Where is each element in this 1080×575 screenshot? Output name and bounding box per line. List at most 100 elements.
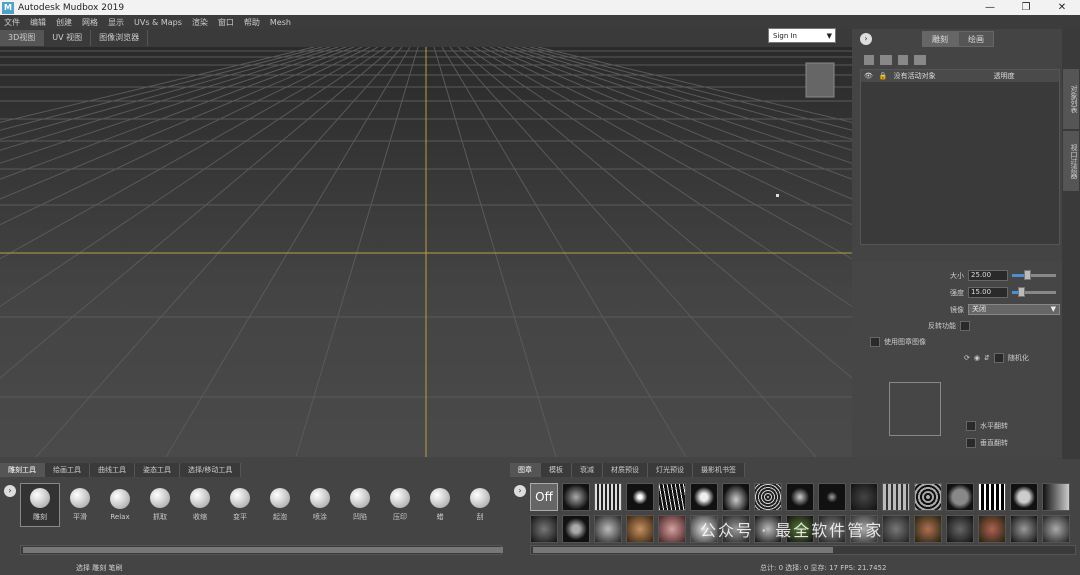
- close-button[interactable]: ✕: [1044, 0, 1080, 15]
- stamp-thumbnail[interactable]: [882, 483, 910, 511]
- minimize-button[interactable]: —: [972, 0, 1008, 15]
- stamp-thumbnail[interactable]: [978, 515, 1006, 543]
- tool-pinch[interactable]: 收缩: [180, 483, 220, 527]
- tray-options-icon[interactable]: ›: [4, 485, 16, 497]
- tool-sculpt[interactable]: 雕刻: [20, 483, 60, 527]
- invert-checkbox[interactable]: [960, 321, 970, 331]
- layers-list[interactable]: 👁 🔒 没有活动对象 透明度: [860, 69, 1060, 245]
- tab-material-presets[interactable]: 材质预设: [603, 463, 648, 477]
- scrollbar-thumb[interactable]: [23, 547, 503, 553]
- collapse-panel-icon[interactable]: ›: [860, 33, 872, 45]
- menu-render[interactable]: 渲染: [192, 17, 208, 28]
- stamp-thumbnail[interactable]: [722, 483, 750, 511]
- stamp-preview[interactable]: [889, 382, 941, 436]
- tool-knife[interactable]: 凹陷: [340, 483, 380, 527]
- tool-tray-scrollbar[interactable]: [20, 545, 503, 555]
- stamp-thumbnail[interactable]: [562, 483, 590, 511]
- eye-icon[interactable]: ◉: [974, 354, 980, 362]
- 3d-viewport[interactable]: [0, 47, 852, 457]
- stamp-thumbnail[interactable]: [1010, 483, 1038, 511]
- tool-smooth[interactable]: 平滑: [60, 483, 100, 527]
- tab-sculpt-layers[interactable]: 雕刻: [922, 31, 958, 47]
- menu-create[interactable]: 创建: [56, 17, 72, 28]
- stamp-thumbnail[interactable]: [1010, 515, 1038, 543]
- tab-object-list[interactable]: 对象列表: [1063, 69, 1079, 129]
- stamp-thumbnail[interactable]: [658, 483, 686, 511]
- tab-3d-view[interactable]: 3D视图: [0, 30, 45, 46]
- new-layer-icon[interactable]: [864, 55, 874, 65]
- strength-slider-handle[interactable]: [1017, 287, 1025, 297]
- tab-sculpt-tools[interactable]: 雕刻工具: [0, 463, 45, 477]
- stamp-thumbnail[interactable]: [914, 515, 942, 543]
- stamp-tray-scrollbar[interactable]: [530, 545, 1076, 555]
- strength-slider[interactable]: [1012, 287, 1056, 297]
- stamp-thumbnail[interactable]: [914, 483, 942, 511]
- stamp-thumbnail[interactable]: [626, 515, 654, 543]
- tab-paint-layers[interactable]: 绘画: [958, 31, 994, 47]
- tool-flatten[interactable]: 变平: [220, 483, 260, 527]
- menu-help[interactable]: 帮助: [244, 17, 260, 28]
- tab-camera-bookmarks[interactable]: 摄影机书签: [693, 463, 745, 477]
- tab-paint-tools[interactable]: 绘画工具: [45, 463, 90, 477]
- stamp-thumbnail[interactable]: [594, 483, 622, 511]
- stamp-off[interactable]: Off: [530, 483, 558, 511]
- tab-falloff[interactable]: 衰减: [572, 463, 603, 477]
- tab-stamps[interactable]: 图章: [510, 463, 541, 477]
- stamp-thumbnail[interactable]: [946, 515, 974, 543]
- random-checkbox[interactable]: [993, 353, 1004, 363]
- lock-icon[interactable]: 🔒: [876, 72, 891, 80]
- stamp-thumbnail[interactable]: [1042, 515, 1070, 543]
- stamp-thumbnail[interactable]: [562, 515, 590, 543]
- stamp-thumbnail[interactable]: [1042, 483, 1070, 511]
- tool-foamy[interactable]: 起泡: [260, 483, 300, 527]
- stamp-thumbnail[interactable]: [850, 483, 878, 511]
- stamp-thumbnail[interactable]: [594, 515, 622, 543]
- horizontal-flip-checkbox[interactable]: [966, 421, 976, 431]
- stamp-thumbnail[interactable]: [658, 515, 686, 543]
- stamp-thumbnail[interactable]: [690, 483, 718, 511]
- menu-edit[interactable]: 编辑: [30, 17, 46, 28]
- sign-in-dropdown[interactable]: Sign In ▼: [768, 28, 836, 43]
- stamp-thumbnail[interactable]: [882, 515, 910, 543]
- stamp-checkbox[interactable]: [870, 337, 880, 347]
- stamp-thumbnail[interactable]: [530, 515, 558, 543]
- stamp-thumbnail[interactable]: [818, 483, 846, 511]
- tab-light-presets[interactable]: 灯光预设: [648, 463, 693, 477]
- viewcube-icon[interactable]: [805, 62, 835, 98]
- tool-spray[interactable]: 喷涂: [300, 483, 340, 527]
- strength-input[interactable]: 15.00: [968, 287, 1008, 298]
- tool-relax[interactable]: Relax: [100, 483, 140, 527]
- tool-scrape[interactable]: 刮: [460, 483, 500, 527]
- size-slider[interactable]: [1012, 270, 1056, 280]
- size-slider-handle[interactable]: [1024, 270, 1032, 280]
- tray-options-icon[interactable]: ›: [514, 485, 526, 497]
- menu-display[interactable]: 显示: [108, 17, 124, 28]
- folder-icon[interactable]: [880, 55, 892, 65]
- mirror-dropdown[interactable]: 关闭 ▼: [968, 304, 1060, 315]
- menu-mesh-cn[interactable]: 网格: [82, 17, 98, 28]
- stamp-thumbnail[interactable]: [626, 483, 654, 511]
- maximize-button[interactable]: ❐: [1008, 0, 1044, 15]
- stamp-thumbnail[interactable]: [978, 483, 1006, 511]
- size-input[interactable]: 25.00: [968, 270, 1008, 281]
- tab-curve-tools[interactable]: 曲线工具: [90, 463, 135, 477]
- menu-mesh[interactable]: Mesh: [270, 18, 291, 27]
- vertical-flip-checkbox[interactable]: [966, 438, 976, 448]
- stamp-thumbnail[interactable]: [946, 483, 974, 511]
- rotate-icon[interactable]: ⟳: [964, 354, 970, 362]
- stamp-thumbnail[interactable]: [754, 483, 782, 511]
- flip-icon[interactable]: ⇵: [984, 354, 990, 362]
- tab-stencils[interactable]: 模板: [541, 463, 572, 477]
- tool-imprint[interactable]: 压印: [380, 483, 420, 527]
- menu-file[interactable]: 文件: [4, 17, 20, 28]
- layer-options-icon[interactable]: [914, 55, 926, 65]
- tab-viewport-filter[interactable]: 视口过滤器: [1063, 131, 1079, 191]
- tab-select-move-tools[interactable]: 选择/移动工具: [180, 463, 242, 477]
- tool-grab[interactable]: 抓取: [140, 483, 180, 527]
- tab-image-browser[interactable]: 图像浏览器: [91, 30, 149, 46]
- menu-uvs-maps[interactable]: UVs & Maps: [134, 18, 182, 27]
- stamp-thumbnail[interactable]: [786, 483, 814, 511]
- menu-window[interactable]: 窗口: [218, 17, 234, 28]
- trash-icon[interactable]: [898, 55, 908, 65]
- eye-icon[interactable]: 👁: [861, 72, 876, 80]
